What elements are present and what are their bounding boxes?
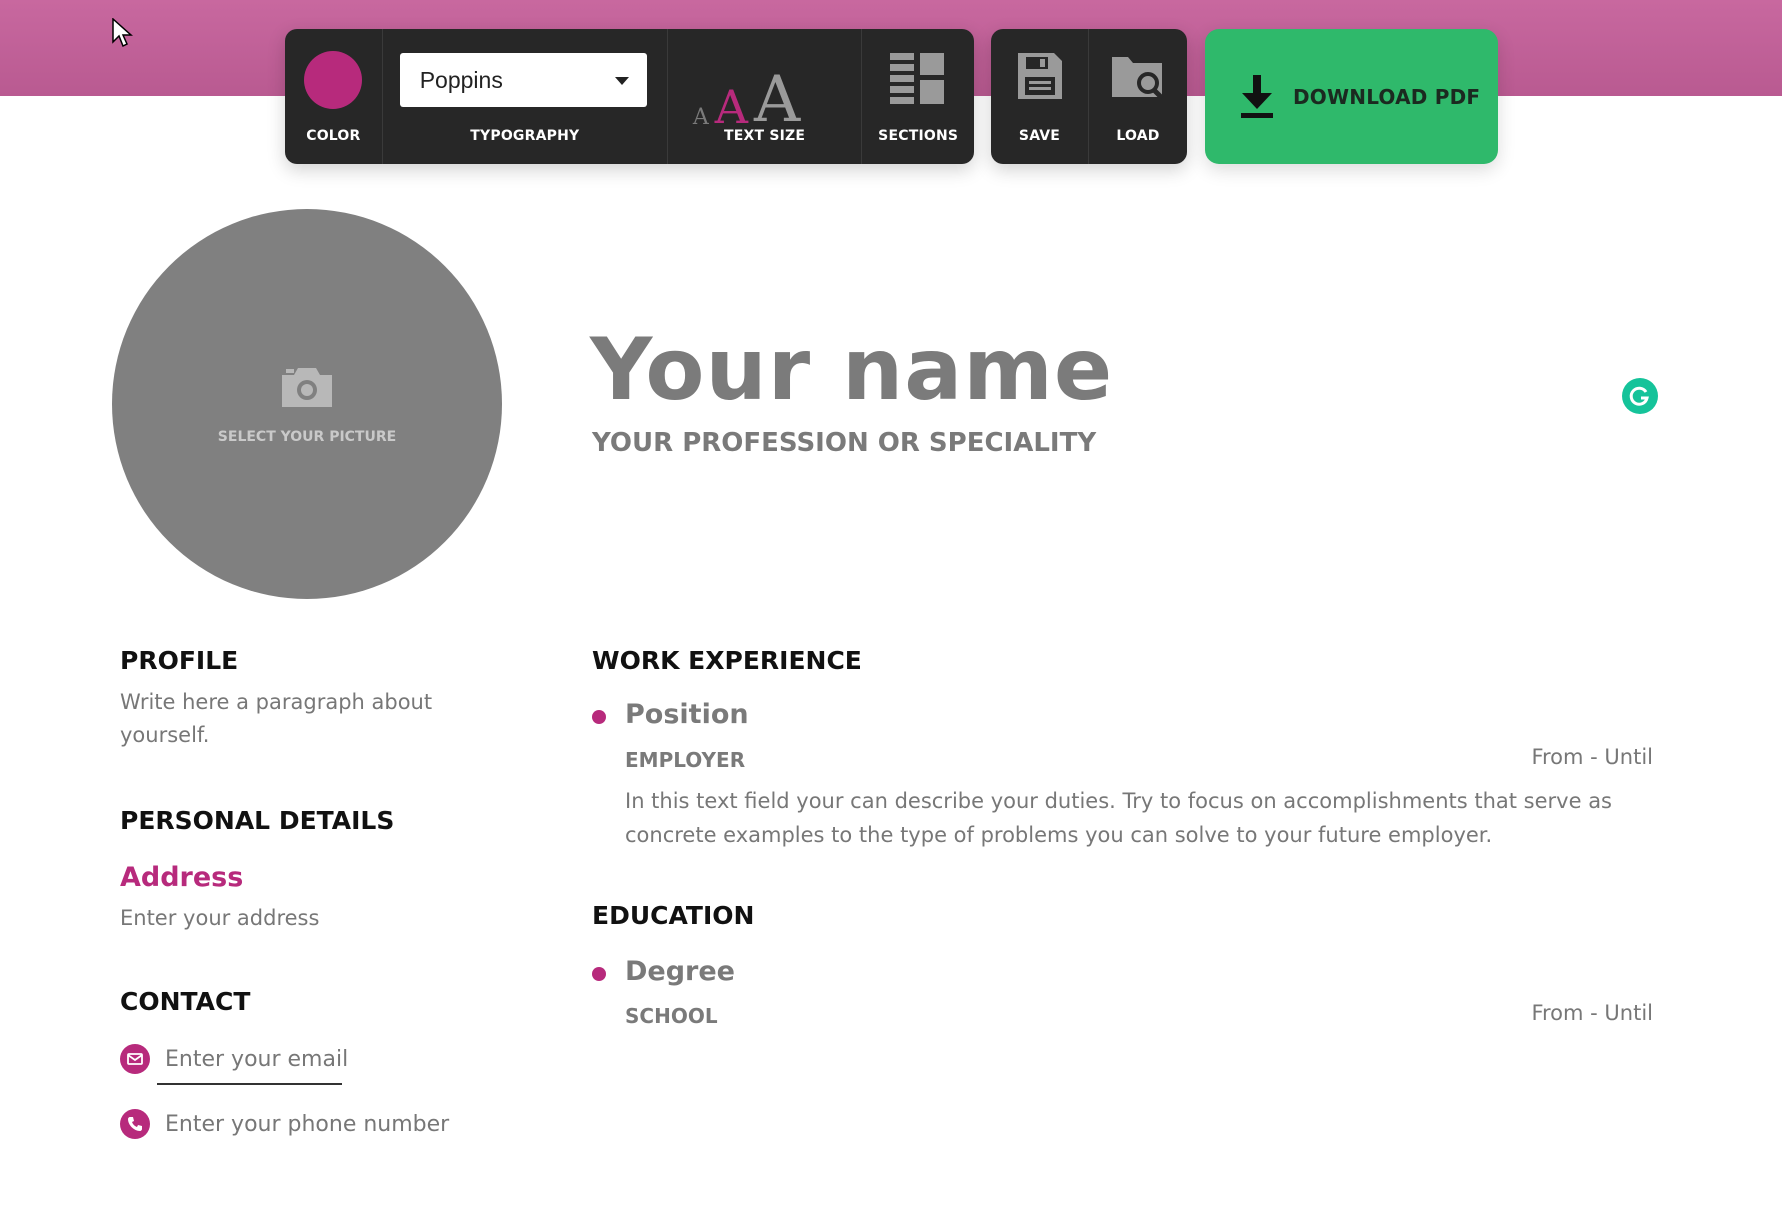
- editor-toolbar: COLOR Poppins TYPOGRAPHY A A A TEXT SIZE…: [285, 29, 974, 164]
- text-size-medium[interactable]: A: [715, 85, 748, 131]
- phone-icon: [120, 1109, 150, 1139]
- download-pdf-button[interactable]: DOWNLOAD PDF: [1205, 29, 1498, 164]
- work-employer[interactable]: EMPLOYER: [625, 748, 745, 772]
- personal-details-heading: PERSONAL DETAILS: [120, 806, 395, 835]
- save-icon: [1017, 53, 1062, 99]
- mouse-cursor-icon: [112, 18, 133, 48]
- address-label[interactable]: Address: [120, 862, 243, 893]
- education-degree[interactable]: Degree: [625, 956, 735, 987]
- email-field-underline: [157, 1083, 342, 1085]
- work-experience-heading: WORK EXPERIENCE: [592, 646, 862, 675]
- education-heading: EDUCATION: [592, 901, 755, 930]
- download-pdf-label: DOWNLOAD PDF: [1293, 84, 1481, 109]
- education-school[interactable]: SCHOOL: [625, 1004, 718, 1028]
- load-button[interactable]: LOAD: [1088, 29, 1187, 164]
- resume-profession[interactable]: YOUR PROFESSION OR SPECIALITY: [592, 428, 1096, 458]
- profile-picture-placeholder[interactable]: SELECT YOUR PICTURE: [112, 209, 502, 599]
- color-tool[interactable]: COLOR: [285, 29, 382, 164]
- text-size-label: TEXT SIZE: [724, 128, 806, 144]
- text-size-icon: A A A: [693, 68, 800, 132]
- education-dates[interactable]: From - Until: [1531, 1001, 1653, 1025]
- sections-icon: [890, 53, 945, 104]
- contact-heading: CONTACT: [120, 987, 251, 1016]
- email-icon: [120, 1044, 150, 1074]
- text-size-large[interactable]: A: [754, 68, 800, 132]
- phone-field[interactable]: Enter your phone number: [165, 1112, 449, 1137]
- phone-row: Enter your phone number: [120, 1109, 449, 1139]
- load-label: LOAD: [1116, 128, 1160, 144]
- save-label: SAVE: [1018, 128, 1061, 144]
- select-picture-caption: SELECT YOUR PICTURE: [217, 429, 397, 445]
- text-size-small[interactable]: A: [693, 106, 709, 128]
- camera-icon: [282, 368, 332, 407]
- folder-search-icon: [1112, 57, 1164, 100]
- color-label: COLOR: [306, 128, 361, 144]
- work-description[interactable]: In this text field your can describe you…: [625, 784, 1655, 852]
- sections-label: SECTIONS: [878, 128, 959, 144]
- resume-name[interactable]: Your name: [590, 320, 1113, 420]
- save-button[interactable]: SAVE: [991, 29, 1088, 164]
- work-dates[interactable]: From - Until: [1531, 745, 1653, 769]
- file-toolbar: SAVE LOAD: [991, 29, 1187, 164]
- grammarly-icon[interactable]: [1622, 378, 1658, 414]
- color-swatch[interactable]: [304, 51, 362, 109]
- email-row: Enter your email: [120, 1044, 348, 1074]
- font-select[interactable]: Poppins: [399, 53, 647, 107]
- address-field[interactable]: Enter your address: [120, 902, 319, 935]
- caret-down-icon: [614, 77, 629, 85]
- profile-heading: PROFILE: [120, 646, 239, 675]
- download-icon: [1241, 74, 1273, 118]
- typography-tool: Poppins TYPOGRAPHY: [381, 29, 667, 164]
- text-size-tool[interactable]: A A A TEXT SIZE: [666, 29, 861, 164]
- grammarly-g-icon: [1629, 386, 1649, 406]
- typography-label: TYPOGRAPHY: [470, 128, 580, 144]
- work-position[interactable]: Position: [625, 699, 749, 730]
- email-field[interactable]: Enter your email: [165, 1047, 348, 1072]
- sections-tool[interactable]: SECTIONS: [861, 29, 974, 164]
- profile-text[interactable]: Write here a paragraph about yourself.: [120, 686, 450, 752]
- education-bullet: [592, 967, 606, 981]
- work-bullet: [592, 710, 606, 724]
- font-select-value: Poppins: [419, 66, 503, 93]
